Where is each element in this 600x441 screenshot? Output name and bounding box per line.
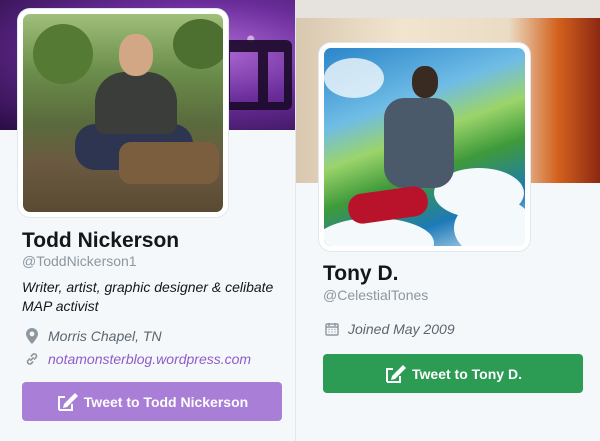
banner-logo-graphic xyxy=(222,40,292,110)
avatar-photo xyxy=(23,14,223,212)
avatar-illustration xyxy=(324,48,525,246)
compose-tweet-icon xyxy=(56,391,78,413)
location-text: Morris Chapel, TN xyxy=(48,328,162,344)
profile-handle[interactable]: @CelestialTones xyxy=(323,287,428,303)
joined-text: Joined May 2009 xyxy=(348,321,455,337)
profile-bio: Writer, artist, graphic designer & celib… xyxy=(22,279,274,314)
profile-card-todd: Todd Nickerson @ToddNickerson1 Writer, a… xyxy=(0,0,295,441)
tweet-button-label: Tweet to Tony D. xyxy=(412,365,522,382)
profile-location: Morris Chapel, TN xyxy=(24,328,162,344)
banner-top-strip xyxy=(296,0,600,18)
profile-website[interactable]: notamonsterblog.wordpress.com xyxy=(24,351,251,367)
tweet-button-label: Tweet to Todd Nickerson xyxy=(83,393,249,410)
link-icon xyxy=(24,351,40,367)
avatar[interactable] xyxy=(18,9,228,217)
calendar-icon xyxy=(324,321,340,337)
website-link[interactable]: notamonsterblog.wordpress.com xyxy=(48,351,251,367)
profile-name[interactable]: Todd Nickerson xyxy=(22,229,179,253)
profile-handle[interactable]: @ToddNickerson1 xyxy=(22,253,137,269)
profile-joined-date: Joined May 2009 xyxy=(324,321,455,337)
tweet-to-button[interactable]: Tweet to Todd Nickerson xyxy=(22,382,282,421)
tweet-to-button[interactable]: Tweet to Tony D. xyxy=(323,354,583,393)
compose-tweet-icon xyxy=(384,363,407,385)
profile-name[interactable]: Tony D. xyxy=(323,262,398,286)
avatar[interactable] xyxy=(319,43,530,251)
location-pin-icon xyxy=(24,328,40,344)
profile-card-tony: Tony D. @CelestialTones Joined May 2009 … xyxy=(295,0,600,441)
